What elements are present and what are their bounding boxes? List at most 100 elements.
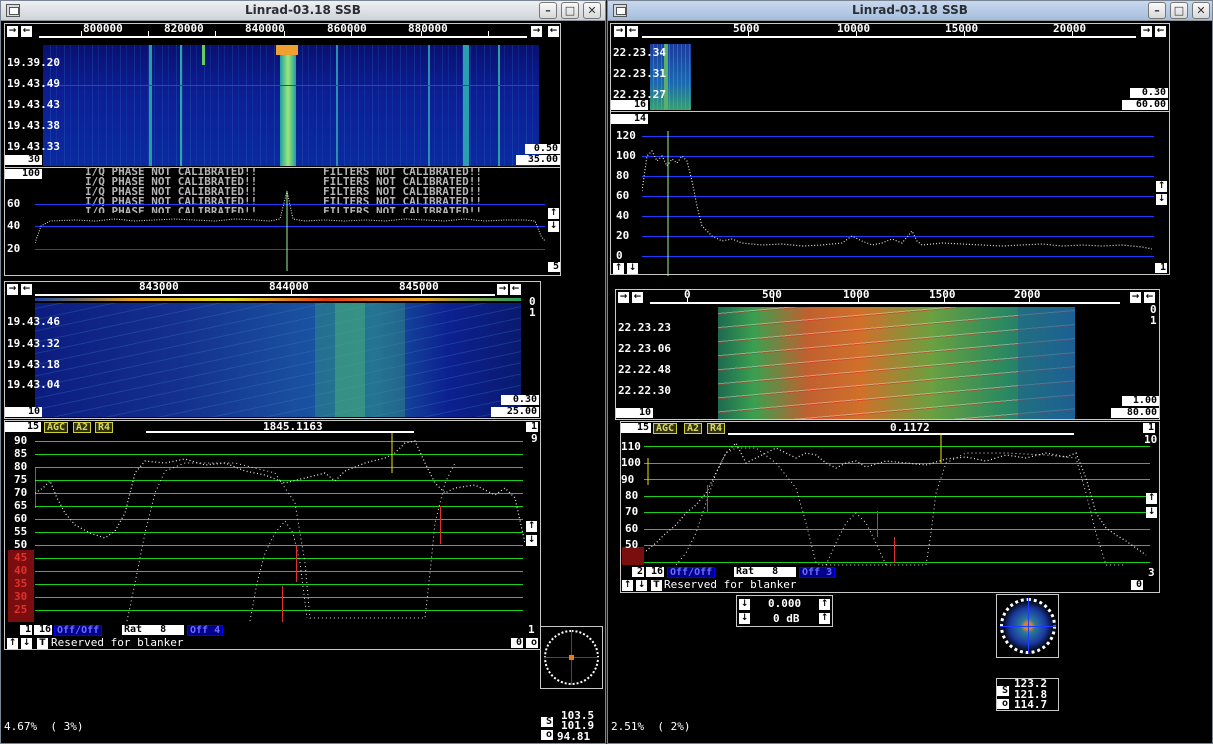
scroll-right-button[interactable]: →: [1141, 26, 1152, 37]
scroll-left-button[interactable]: ←: [510, 284, 521, 295]
hires-waterfall[interactable]: [35, 303, 521, 417]
scroll-left-button[interactable]: ←: [627, 26, 638, 37]
off3-box[interactable]: Off 3: [799, 567, 836, 578]
bottom-box[interactable]: 16: [646, 567, 664, 577]
bottom-box[interactable]: 0: [511, 638, 523, 648]
wide-spectrum-trace[interactable]: [35, 181, 547, 271]
scroll-down-button[interactable]: ↓: [627, 263, 638, 274]
scroll-up-button[interactable]: ↑: [548, 208, 559, 219]
scroll-up-button[interactable]: ↑: [613, 263, 624, 274]
wide-spectrum-trace[interactable]: [642, 131, 1154, 276]
minimize-button[interactable]: –: [539, 2, 557, 19]
db-down-button[interactable]: ↓: [739, 613, 750, 624]
hires-avg-box[interactable]: 10: [616, 408, 653, 418]
hires-avg-box[interactable]: 10: [5, 407, 42, 417]
db-up-button[interactable]: ↑: [819, 613, 830, 624]
text-toggle-button[interactable]: T: [37, 638, 48, 649]
gain-value: 0.000: [768, 597, 802, 610]
spectrum-avg-box[interactable]: 14: [611, 114, 648, 124]
bfo-frequency[interactable]: 1845.1163: [263, 421, 323, 433]
scroll-left-button[interactable]: ←: [632, 292, 643, 303]
rat-box[interactable]: Rat 8: [734, 567, 796, 577]
gain-down-button[interactable]: ↓: [739, 599, 750, 610]
baseband-y-label: 50: [625, 538, 639, 551]
scroll-right-button[interactable]: →: [614, 26, 625, 37]
scroll-down-button[interactable]: ↓: [1146, 507, 1157, 518]
scroll-left-button[interactable]: ←: [1155, 26, 1166, 37]
window-title: Linrad-03.18 SSB: [852, 3, 968, 17]
scroll-right-button[interactable]: →: [7, 284, 18, 295]
time-label: 19.43.33: [7, 140, 60, 153]
polarization-display[interactable]: [540, 626, 603, 689]
a2-toggle[interactable]: A2: [73, 422, 92, 433]
text-toggle-button[interactable]: T: [651, 580, 662, 591]
scroll-down-button[interactable]: ↓: [1156, 194, 1167, 205]
spectrum-avg-box[interactable]: 100: [5, 169, 42, 179]
waterfall-zoom-box[interactable]: 0.50: [525, 144, 560, 154]
blanker-offoff[interactable]: Off/Off: [54, 625, 103, 636]
close-button[interactable]: ✕: [583, 2, 601, 19]
scroll-right-button[interactable]: →: [618, 292, 629, 303]
marker-line: [282, 586, 283, 622]
hires-zoom-box[interactable]: 1.00: [1122, 396, 1159, 406]
blanker-offoff[interactable]: Off/Off: [667, 567, 716, 578]
r4-toggle[interactable]: R4: [95, 422, 114, 433]
scroll-right-button[interactable]: →: [7, 26, 18, 37]
waterfall-avg-box[interactable]: 16: [611, 100, 648, 110]
scroll-left-button[interactable]: ←: [1144, 292, 1155, 303]
minimize-button[interactable]: –: [1148, 2, 1166, 19]
polarization-display[interactable]: [996, 594, 1059, 658]
scroll-down-button[interactable]: ↓: [548, 221, 559, 232]
waterfall-gain-box[interactable]: 60.00: [1122, 100, 1168, 110]
wide-waterfall[interactable]: [43, 45, 539, 166]
spectrum-scale-box[interactable]: 5: [548, 262, 560, 272]
baseband-top-box[interactable]: 1: [526, 422, 538, 432]
hires-gain-box[interactable]: 25.00: [491, 407, 539, 417]
scroll-left-button[interactable]: ←: [548, 26, 559, 37]
waterfall-zoom-box[interactable]: 0.30: [1130, 88, 1168, 98]
title-bar[interactable]: Linrad-03.18 SSB – □ ✕: [1, 1, 605, 21]
ruler-label: 5000: [733, 22, 760, 35]
time-label: 19.43.18: [7, 358, 60, 371]
scroll-up-button[interactable]: ↑: [526, 521, 537, 532]
waterfall-avg-box[interactable]: 30: [5, 155, 42, 165]
baseband-avg-box[interactable]: 15: [621, 423, 651, 433]
scroll-up-button[interactable]: ↑: [7, 638, 18, 649]
baseband-y-label: 70: [14, 486, 28, 499]
waterfall-gain-box[interactable]: 35.00: [516, 155, 560, 165]
bottom-box[interactable]: 16: [34, 625, 52, 635]
scroll-down-button[interactable]: ↓: [526, 535, 537, 546]
scroll-left-button[interactable]: ←: [21, 26, 32, 37]
off4-box[interactable]: Off 4: [187, 625, 224, 636]
hires-gain-box[interactable]: 80.00: [1111, 408, 1159, 418]
scroll-up-button[interactable]: ↑: [1156, 181, 1167, 192]
bottom-box[interactable]: 2: [632, 567, 644, 577]
scroll-left-button[interactable]: ←: [21, 284, 32, 295]
bottom-box[interactable]: 1: [20, 625, 32, 635]
scroll-up-button[interactable]: ↑: [1146, 493, 1157, 504]
baseband-spectrum-trace[interactable]: [646, 433, 1148, 568]
baseband-avg-box[interactable]: 15: [5, 422, 41, 432]
baseband-spectrum-trace[interactable]: [35, 433, 525, 625]
scroll-right-button[interactable]: →: [531, 26, 542, 37]
bottom-box[interactable]: 0: [1131, 580, 1143, 590]
close-button[interactable]: ✕: [1192, 2, 1210, 19]
maximize-button[interactable]: □: [1170, 2, 1188, 19]
bottom-box[interactable]: o: [526, 638, 538, 648]
time-label: 22.22.48: [618, 363, 671, 376]
baseband-top-box[interactable]: 1: [1143, 423, 1155, 433]
scroll-right-button[interactable]: →: [1130, 292, 1141, 303]
rat-box[interactable]: Rat 8: [122, 625, 184, 635]
hires-zoom-box[interactable]: 0.30: [501, 395, 539, 405]
title-bar[interactable]: Linrad-03.18 SSB – □ ✕: [608, 1, 1212, 21]
o-label: o: [997, 699, 1009, 709]
scroll-up-button[interactable]: ↑: [622, 580, 633, 591]
scroll-down-button[interactable]: ↓: [21, 638, 32, 649]
scroll-down-button[interactable]: ↓: [636, 580, 647, 591]
scroll-right-button[interactable]: →: [497, 284, 508, 295]
hires-waterfall[interactable]: [718, 307, 1075, 419]
agc-toggle[interactable]: AGC: [44, 422, 69, 433]
maximize-button[interactable]: □: [561, 2, 579, 19]
spectrum-scale-box[interactable]: 1: [1155, 263, 1167, 273]
gain-up-button[interactable]: ↑: [819, 599, 830, 610]
